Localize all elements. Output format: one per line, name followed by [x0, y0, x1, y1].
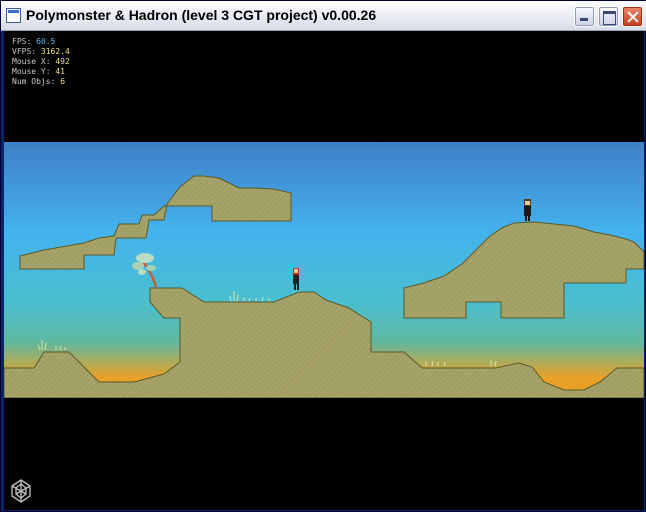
- hud-num-objs-value: 6: [60, 77, 66, 86]
- hud-num-objs-label: Num Objs:: [12, 77, 56, 86]
- window-title: Polymonster & Hadron (level 3 CGT projec…: [26, 7, 377, 23]
- game-viewport[interactable]: [4, 142, 644, 398]
- hud-mouse-y-value: 41: [55, 67, 65, 76]
- hud-fps: FPS: 60.5: [12, 37, 70, 47]
- hud-fps-value: 60.5: [36, 37, 56, 46]
- hud-mouse-x-label: Mouse X:: [12, 57, 51, 66]
- hud-vfps-value: 3162.4: [40, 47, 70, 56]
- debug-hud: FPS: 60.5 VFPS: 3162.4 Mouse X: 492 Mous…: [12, 37, 70, 87]
- maximize-button[interactable]: [598, 6, 619, 27]
- hud-vfps-label: VFPS:: [12, 47, 37, 56]
- title-bar[interactable]: Polymonster & Hadron (level 3 CGT projec…: [1, 1, 646, 31]
- minimize-button[interactable]: [574, 6, 595, 27]
- hud-vfps: VFPS: 3162.4: [12, 47, 70, 57]
- hud-fps-label: FPS:: [12, 37, 32, 46]
- game-client-area[interactable]: FPS: 60.5 VFPS: 3162.4 Mouse X: 492 Mous…: [4, 31, 644, 510]
- hud-mouse-y: Mouse Y: 41: [12, 67, 70, 77]
- close-button[interactable]: [622, 6, 643, 27]
- hud-num-objs: Num Objs: 6: [12, 77, 70, 87]
- hud-mouse-x: Mouse X: 492: [12, 57, 70, 67]
- app-window: Polymonster & Hadron (level 3 CGT projec…: [0, 0, 646, 512]
- hud-mouse-y-label: Mouse Y:: [12, 67, 51, 76]
- polymonster-logo-icon: [11, 479, 31, 503]
- window-app-icon[interactable]: [6, 8, 21, 23]
- hud-mouse-x-value: 492: [55, 57, 70, 66]
